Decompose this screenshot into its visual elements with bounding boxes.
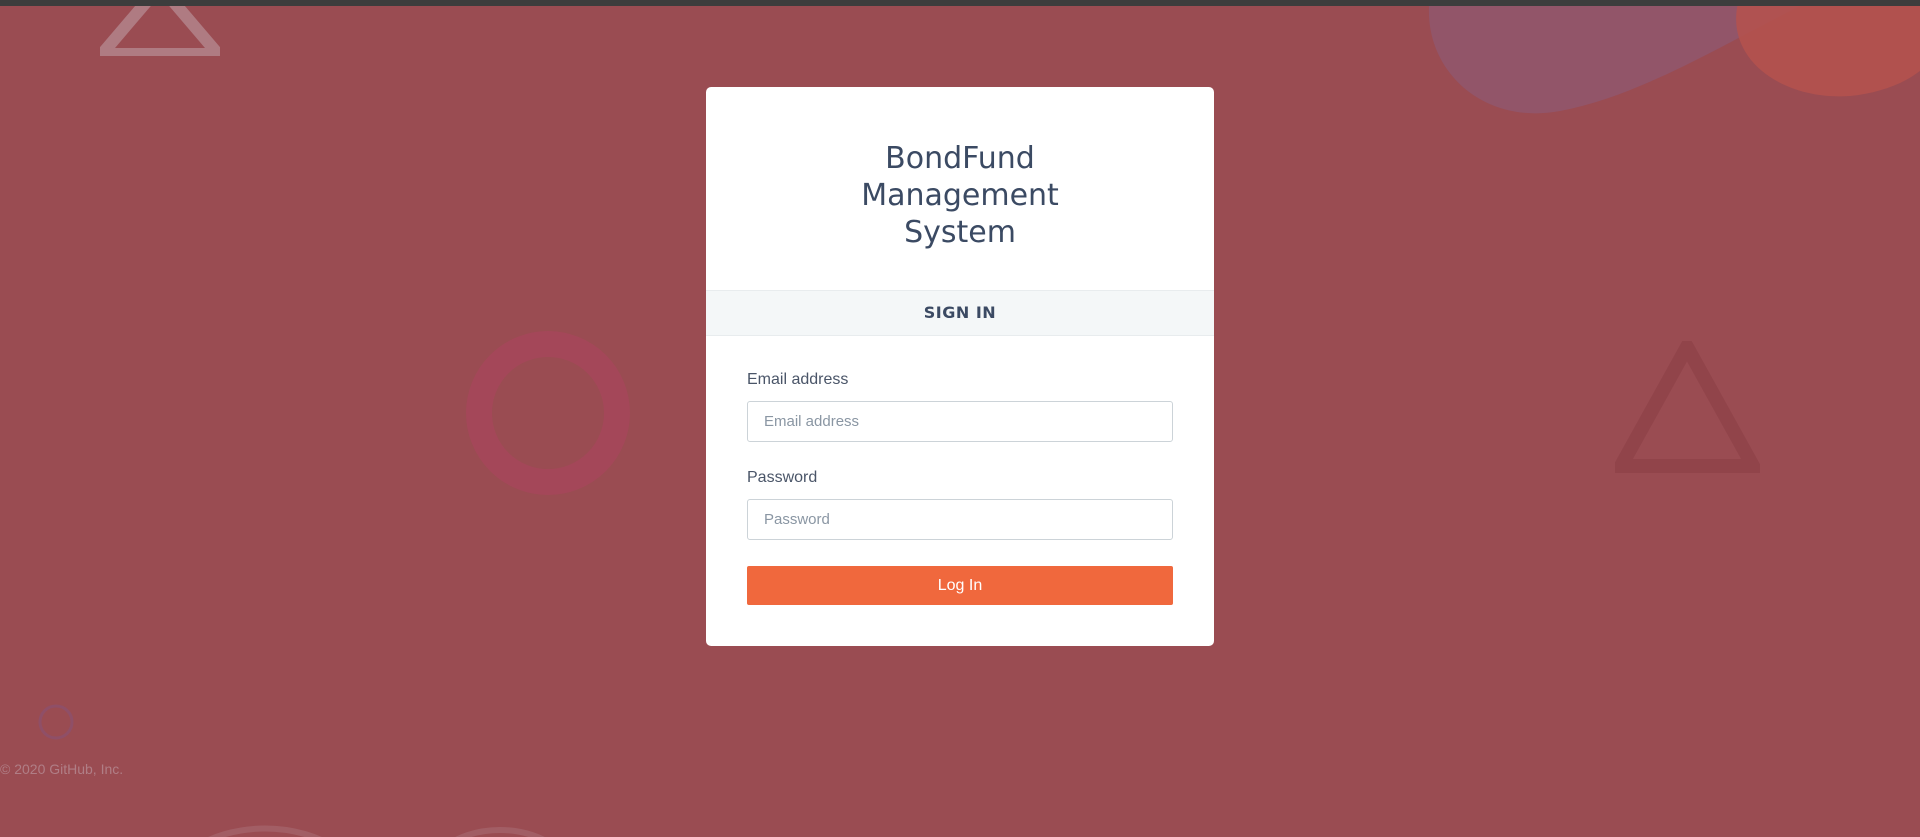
app-title-line-1: BondFund	[885, 141, 1035, 176]
footer-copyright: © 2020 GitHub, Inc.	[0, 761, 124, 777]
app-title: BondFund Management System	[706, 140, 1214, 251]
email-label: Email address	[747, 371, 849, 388]
password-label: Password	[747, 469, 818, 486]
email-field[interactable]	[747, 401, 1173, 442]
triangle-shape-right	[1615, 341, 1760, 473]
small-circle-shape	[38, 704, 74, 740]
login-card: BondFund Management System SIGN IN Email…	[706, 87, 1214, 646]
bottom-arc-shapes	[208, 825, 545, 837]
app-title-line-3: System	[904, 215, 1016, 250]
triangle-shape-top-left	[100, 6, 220, 56]
login-button[interactable]: Log In	[747, 566, 1173, 605]
app-title-line-2: Management	[861, 178, 1059, 213]
blob-shape-top-right	[1428, 6, 1920, 114]
password-field[interactable]	[747, 499, 1173, 540]
ring-shape	[466, 331, 630, 495]
signin-header-bar: SIGN IN	[706, 290, 1214, 336]
signin-heading: SIGN IN	[923, 303, 997, 322]
